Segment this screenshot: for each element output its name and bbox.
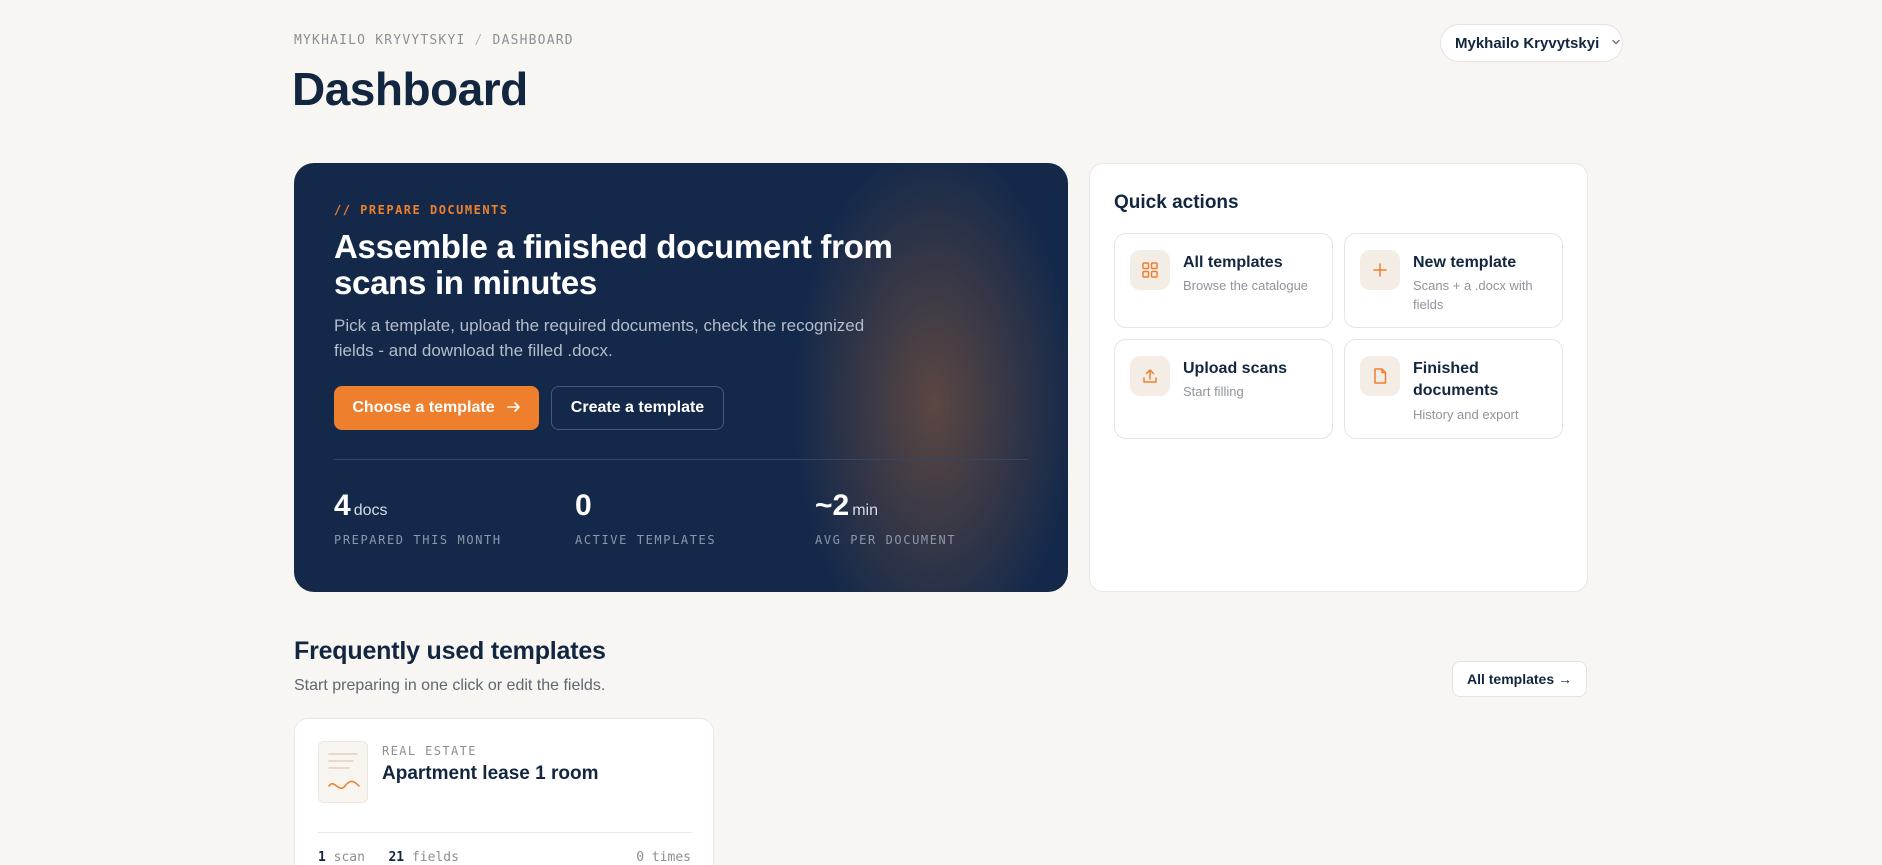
stat-label: ACTIVE TEMPLATES <box>575 533 717 547</box>
stat-active-templates: 0 ACTIVE TEMPLATES <box>575 489 716 547</box>
document-icon <box>1360 356 1400 396</box>
hero-title: Assemble a finished document from scans … <box>334 228 893 301</box>
scans-count: 1 <box>318 850 326 865</box>
quick-action-title: All templates <box>1183 254 1283 271</box>
quick-action-subtitle: Browse the catalogue <box>1183 278 1309 293</box>
breadcrumb: MYKHAILO KRYVYTSKYI / DASHBOARD <box>294 33 574 48</box>
user-name: Mykhailo Kryvytskyi <box>1455 34 1600 52</box>
quick-actions-title: Quick actions <box>1114 192 1239 213</box>
choose-template-label: Choose a template <box>352 399 495 416</box>
stat-avg-per-document: ~2 min AVG PER DOCUMENT <box>815 489 956 547</box>
quick-action-finished-documents[interactable]: Finished documents History and export <box>1344 339 1563 439</box>
stat-value: 0 <box>575 489 592 522</box>
quick-actions-panel: Quick actions All templates Browse the c… <box>1089 163 1588 592</box>
all-templates-button[interactable]: All templates → <box>1452 661 1587 697</box>
create-template-button[interactable]: Create a template <box>551 386 724 430</box>
stat-label: PREPARED THIS MONTH <box>334 533 502 547</box>
document-thumbnail-icon <box>318 741 368 803</box>
arrow-right-icon <box>506 400 521 417</box>
stat-label: AVG PER DOCUMENT <box>815 533 957 547</box>
quick-action-title: Upload scans <box>1183 360 1288 377</box>
fields-count: 21 <box>388 850 405 865</box>
template-category: REAL ESTATE <box>382 744 477 758</box>
quick-action-subtitle: Scans + a .docx with fields <box>1413 278 1533 312</box>
hero-divider <box>334 459 1028 460</box>
hero-eyebrow: // PREPARE DOCUMENTS <box>334 203 509 217</box>
usage-times: 0 times <box>636 850 691 865</box>
section-subtitle: Start preparing in one click or edit the… <box>294 677 606 694</box>
hero-description: Pick a template, upload the required doc… <box>334 316 865 360</box>
choose-template-button[interactable]: Choose a template <box>334 386 539 430</box>
template-name: Apartment lease 1 room <box>382 763 599 784</box>
stat-unit: docs <box>353 502 388 519</box>
template-card-divider <box>318 832 692 833</box>
quick-action-upload-scans[interactable]: Upload scans Start filling <box>1114 339 1333 439</box>
upload-icon <box>1130 356 1170 396</box>
stat-unit: min <box>852 502 878 519</box>
page-title: Dashboard <box>292 63 528 115</box>
quick-action-all-templates[interactable]: All templates Browse the catalogue <box>1114 233 1333 328</box>
user-menu-button[interactable]: Mykhailo Kryvytskyi <box>1440 24 1623 62</box>
stat-value: ~2 <box>815 489 850 522</box>
fields-label: fields <box>411 850 459 865</box>
quick-action-title: New template <box>1413 254 1517 271</box>
quick-action-title: Finished documents <box>1413 360 1499 399</box>
breadcrumb-user[interactable]: MYKHAILO KRYVYTSKYI <box>294 33 466 48</box>
quick-action-new-template[interactable]: New template Scans + a .docx with fields <box>1344 233 1563 328</box>
template-meta: 1 scan 21 fields <box>318 850 459 865</box>
grid-icon <box>1130 250 1170 290</box>
hero-panel: // PREPARE DOCUMENTS Assemble a finished… <box>294 163 1068 592</box>
stat-value: 4 <box>334 489 351 522</box>
stat-prepared: 4 docs PREPARED THIS MONTH <box>334 489 502 547</box>
quick-action-subtitle: Start filling <box>1183 384 1244 399</box>
breadcrumb-current: DASHBOARD <box>492 33 574 48</box>
plus-icon <box>1360 250 1400 290</box>
quick-action-subtitle: History and export <box>1413 407 1519 422</box>
chevron-down-icon <box>1611 37 1621 50</box>
scans-label: scan <box>333 850 365 865</box>
section-title: Frequently used templates <box>294 637 606 665</box>
breadcrumb-separator: / <box>474 33 484 48</box>
template-card[interactable]: REAL ESTATE Apartment lease 1 room 1 sca… <box>294 718 714 865</box>
